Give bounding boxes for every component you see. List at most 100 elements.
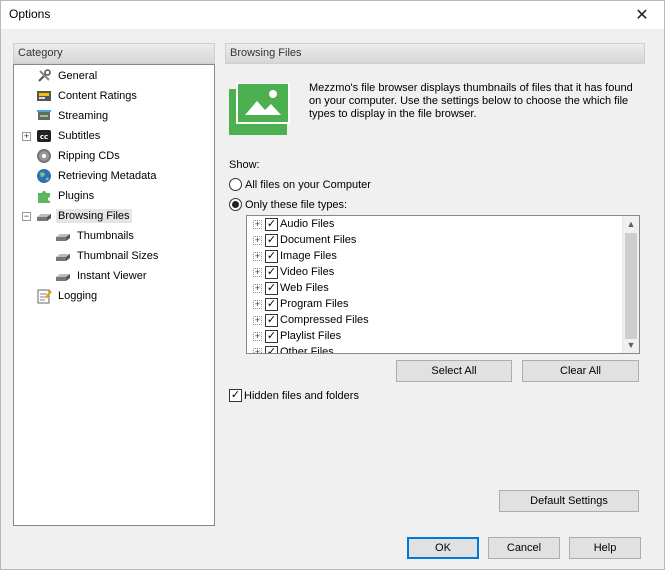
checkbox-checked[interactable]: ✓ [265,329,278,343]
list-item-web[interactable]: + ✓ Web Files [253,280,329,296]
tree-item-label: Browsing Files [56,209,132,223]
tree-item-label: Subtitles [58,130,101,142]
checkbox-checked[interactable]: ✓ [229,389,242,402]
panel-description: Mezzmo's file browser displays thumbnail… [309,82,633,120]
radio-label: Only these file types: [245,198,348,211]
list-item-other[interactable]: + ✓ Other Files [253,344,334,354]
expand-icon[interactable]: + [253,251,262,261]
collapse-icon[interactable]: − [22,212,31,221]
tree-item-retrieving-metadata[interactable]: Retrieving Metadata [36,166,158,186]
svg-text:cc: cc [40,133,48,141]
drive-icon [55,268,71,284]
list-item-label: Image Files [280,250,337,262]
tree-item-label: Ripping CDs [58,150,120,162]
tree-item-plugins[interactable]: Plugins [36,186,96,206]
tree-item-label: Instant Viewer [77,270,147,282]
tools-icon [36,68,52,84]
ok-button[interactable]: OK [407,537,479,559]
list-item-label: Web Files [280,282,329,294]
expand-icon[interactable]: + [253,347,262,353]
tree-item-instant-viewer[interactable]: Instant Viewer [55,266,149,286]
radio-button-selected[interactable] [229,198,242,211]
scrollbar-thumb[interactable] [625,233,637,339]
tree-item-label: Retrieving Metadata [58,170,157,182]
list-item-compressed[interactable]: + ✓ Compressed Files [253,312,369,328]
tree-item-label: Streaming [58,110,109,122]
expand-icon[interactable]: + [253,299,262,309]
list-item-label: Compressed Files [280,314,369,326]
window-title: Options [9,7,51,21]
tree-item-general[interactable]: General [36,66,99,86]
scroll-up-icon[interactable]: ▲ [623,216,639,232]
tree-item-subtitles[interactable]: cc Subtitles [36,126,102,146]
globe-icon [36,168,52,184]
select-all-button[interactable]: Select All [396,360,512,382]
expand-icon[interactable]: + [253,267,262,277]
tree-item-streaming[interactable]: Streaming [36,106,110,126]
puzzle-icon [36,188,52,204]
tree-item-label: Content Ratings [58,90,137,102]
radio-all-files[interactable]: All files on your Computer [229,178,371,191]
list-item-audio[interactable]: + ✓ Audio Files [253,216,334,232]
checkbox-checked[interactable]: ✓ [265,249,278,263]
tree-item-label: General [58,70,98,82]
tree-item-thumbnails[interactable]: Thumbnails [55,226,136,246]
tree-item-label: Thumbnail Sizes [77,250,159,262]
radio-button[interactable] [229,178,242,191]
list-item-label: Playlist Files [280,330,342,342]
default-settings-button[interactable]: Default Settings [499,490,639,512]
rating-icon [36,88,52,104]
list-item-image[interactable]: + ✓ Image Files [253,248,337,264]
cd-icon [36,148,52,164]
list-item-label: Audio Files [280,218,335,230]
list-item-label: Program Files [280,298,349,310]
checkbox-checked[interactable]: ✓ [265,281,278,295]
file-types-list[interactable]: + ✓ Audio Files + ✓ Document Files + ✓ I… [246,215,640,354]
list-item-document[interactable]: + ✓ Document Files [253,232,356,248]
log-icon [36,288,52,304]
list-item-playlist[interactable]: + ✓ Playlist Files [253,328,341,344]
tree-item-logging[interactable]: Logging [36,286,99,306]
checkbox-checked[interactable]: ✓ [265,265,278,279]
checkbox-checked[interactable]: ✓ [265,233,278,247]
tree-item-browsing-files[interactable]: Browsing Files [36,206,132,226]
show-label: Show: [229,159,260,171]
scroll-down-icon[interactable]: ▼ [623,337,639,353]
clear-all-button[interactable]: Clear All [522,360,639,382]
tree-item-label: Logging [58,290,98,302]
expand-icon[interactable]: + [253,283,262,293]
expand-icon[interactable]: + [253,219,262,229]
tree-item-content-ratings[interactable]: Content Ratings [36,86,139,106]
list-item-label: Other Files [280,346,334,354]
radio-only-types[interactable]: Only these file types: [229,198,347,211]
cancel-button[interactable]: Cancel [488,537,560,559]
expand-icon[interactable]: + [22,132,31,141]
cc-icon: cc [36,128,52,144]
expand-icon[interactable]: + [253,331,262,341]
list-item-program[interactable]: + ✓ Program Files [253,296,348,312]
help-button[interactable]: Help [569,537,641,559]
checkbox-checked[interactable]: ✓ [265,345,278,353]
close-icon[interactable]: ✕ [620,1,664,29]
tree-item-label: Thumbnails [77,230,134,242]
tree-item-label: Plugins [58,190,95,202]
vertical-scrollbar[interactable]: ▲ ▼ [622,216,639,353]
panel-header: Browsing Files [225,43,645,64]
checkbox-checked[interactable]: ✓ [265,217,278,231]
checkbox-checked[interactable]: ✓ [265,313,278,327]
tree-item-thumbnail-sizes[interactable]: Thumbnail Sizes [55,246,160,266]
expand-icon[interactable]: + [253,235,262,245]
streaming-icon [36,108,52,124]
hidden-files-option[interactable]: ✓ Hidden files and folders [229,389,359,402]
image-icon [229,82,301,135]
checkbox-checked[interactable]: ✓ [265,297,278,311]
drive-icon [36,208,52,224]
radio-label: All files on your Computer [245,178,371,191]
tree-item-ripping-cds[interactable]: Ripping CDs [36,146,122,166]
hidden-files-label: Hidden files and folders [244,389,359,402]
category-tree[interactable]: General Content Ratings Streaming + cc S… [13,64,215,526]
expand-icon[interactable]: + [253,315,262,325]
list-item-video[interactable]: + ✓ Video Files [253,264,334,280]
drive-icon [55,248,71,264]
category-header: Category [13,43,215,64]
